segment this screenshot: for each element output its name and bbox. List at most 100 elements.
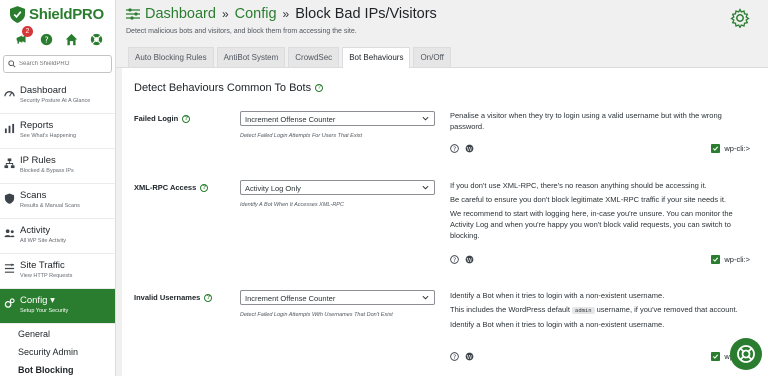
help-circle-icon[interactable]: ?	[450, 255, 459, 264]
option-xmlrpc-access: XML-RPC Access ? Activity Log Only Ident…	[134, 176, 768, 284]
help-icon[interactable]: ?	[200, 183, 209, 192]
chevron-down-icon	[422, 116, 429, 121]
sidebar-item-label: Activity	[20, 225, 51, 236]
shield-scan-icon	[4, 191, 16, 204]
sliders-icon	[126, 8, 140, 20]
option-failed-login: Failed Login ? Increment Offense Counter…	[134, 108, 768, 176]
traffic-icon	[4, 261, 16, 273]
option-description-text: Be careful to ensure you don't block leg…	[450, 195, 727, 204]
wpcli-toggle[interactable]: wp-cli:>	[711, 144, 750, 153]
wordpress-icon[interactable]: W	[465, 255, 474, 264]
sidebar: ShieldPRO 2 ? DashboardSecurity	[0, 0, 116, 376]
help-circle-icon[interactable]: ?	[39, 32, 53, 46]
option-label: Invalid Usernames ?	[134, 293, 213, 302]
lifebuoy-icon	[737, 345, 755, 363]
submenu-item-bot-blocking[interactable]: Bot Blocking	[0, 360, 115, 376]
option-description-text: Identify a Bot when it tries to login wi…	[450, 291, 665, 300]
megaphone-icon[interactable]: 2	[14, 26, 33, 46]
logo[interactable]: ShieldPRO	[0, 0, 115, 26]
bar-chart-icon	[4, 121, 16, 134]
wordpress-icon[interactable]: W	[465, 144, 474, 153]
support-lifebuoy-button[interactable]	[730, 338, 762, 370]
sidebar-item-sublabel: Security Posture At A Glance	[20, 98, 91, 104]
wpcli-toggle[interactable]: wp-cli:>	[711, 255, 750, 264]
option-footer: ? W wp-cli:>	[450, 144, 750, 153]
select-value: Increment Offense Counter	[245, 294, 336, 303]
option-help-text: Identify A Bot When It Accesses XML-RPC	[240, 202, 344, 208]
tab-crowdsec[interactable]: CrowdSec	[288, 47, 340, 67]
wpcli-label: wp-cli:>	[724, 255, 750, 264]
sidebar-item-dashboard[interactable]: Dashboard Security Posture At A Glance	[0, 79, 115, 114]
option-label: Failed Login ?	[134, 114, 191, 123]
sidebar-item-label: Reports	[20, 120, 54, 131]
chevron-down-icon	[422, 185, 429, 190]
option-description-text: Identify a Bot when it tries to login wi…	[450, 320, 665, 329]
option-footer: ? W wp-cli:>	[450, 352, 750, 361]
sidebar-item-label: Config ▾	[20, 295, 55, 306]
option-invalid-usernames: Invalid Usernames ? Increment Offense Co…	[134, 284, 768, 374]
speedometer-icon	[4, 86, 16, 98]
options-panel: Detect Behaviours Common To Bots ? Faile…	[122, 68, 768, 376]
svg-text:W: W	[466, 147, 472, 153]
gears-icon	[4, 296, 16, 308]
chevron-down-icon	[422, 295, 429, 300]
section-title-text: Detect Behaviours Common To Bots	[134, 82, 312, 94]
sidebar-item-sublabel: Setup Your Security	[20, 308, 69, 314]
sidebar-item-config[interactable]: Config ▾ Setup Your Security	[0, 289, 115, 324]
search-input[interactable]	[19, 61, 109, 67]
people-icon	[4, 226, 16, 238]
tab-auto-blocking-rules[interactable]: Auto Blocking Rules	[128, 47, 214, 67]
breadcrumb-dashboard[interactable]: Dashboard	[145, 6, 216, 22]
description-fragment: This includes the WordPress default	[450, 305, 570, 314]
sidebar-item-label: Scans	[20, 190, 47, 201]
help-icon[interactable]: ?	[182, 114, 191, 123]
option-description-text: We recommend to start with logging here,…	[450, 209, 733, 240]
home-icon[interactable]	[64, 32, 78, 46]
tab-on-off[interactable]: On/Off	[413, 47, 451, 67]
checkbox-checked-icon	[711, 352, 721, 361]
gear-icon[interactable]	[730, 8, 750, 28]
option-label-text: Invalid Usernames	[134, 293, 201, 302]
wpcli-label: wp-cli:>	[724, 144, 750, 153]
sidebar-item-label: Site Traffic	[20, 260, 65, 271]
submenu-item-general[interactable]: General	[0, 324, 115, 342]
main-content: Dashboard » Config » Block Bad IPs/Visit…	[116, 0, 768, 376]
option-description-text: This includes the WordPress default admi…	[450, 304, 750, 316]
svg-text:?: ?	[453, 354, 456, 361]
section-title: Detect Behaviours Common To Bots ?	[134, 82, 768, 94]
svg-text:W: W	[466, 258, 472, 264]
help-circle-icon[interactable]: ?	[450, 144, 459, 153]
sidebar-item-sublabel: View HTTP Requests	[20, 273, 73, 279]
sidebar-item-reports[interactable]: Reports See What's Happening	[0, 114, 115, 149]
help-icon[interactable]: ?	[204, 293, 213, 302]
shield-logo-icon	[10, 5, 25, 23]
breadcrumb-separator: »	[221, 7, 229, 21]
search-icon	[8, 60, 16, 68]
lifebuoy-icon[interactable]	[89, 32, 103, 46]
select-value: Increment Offense Counter	[245, 115, 336, 124]
option-description-text: Penalise a visitor when they try to logi…	[450, 111, 722, 131]
page-header: Dashboard » Config » Block Bad IPs/Visit…	[116, 0, 768, 44]
sidebar-item-activity[interactable]: Activity All WP Site Activity	[0, 219, 115, 254]
sidebar-item-label: IP Rules	[20, 155, 56, 166]
help-circle-icon[interactable]: ?	[450, 352, 459, 361]
failed-login-select[interactable]: Increment Offense Counter	[240, 111, 435, 126]
sidebar-item-ip-rules[interactable]: IP Rules Blocked & Bypass IPs	[0, 149, 115, 184]
tab-antibot-system[interactable]: AntiBot System	[216, 47, 286, 67]
svg-text:?: ?	[44, 34, 48, 44]
page-title: Block Bad IPs/Visitors	[295, 6, 437, 22]
sidebar-item-site-traffic[interactable]: Site Traffic View HTTP Requests	[0, 254, 115, 289]
submenu-item-security-admin[interactable]: Security Admin	[0, 342, 115, 360]
svg-text:?: ?	[453, 257, 456, 264]
help-icon[interactable]: ?	[315, 84, 324, 92]
invalid-usernames-select[interactable]: Increment Offense Counter	[240, 290, 435, 305]
sidebar-item-sublabel: All WP Site Activity	[20, 238, 67, 244]
xmlrpc-access-select[interactable]: Activity Log Only	[240, 180, 435, 195]
wordpress-icon[interactable]: W	[465, 352, 474, 361]
breadcrumb: Dashboard » Config » Block Bad IPs/Visit…	[126, 6, 768, 22]
tab-bot-behaviours[interactable]: Bot Behaviours	[342, 47, 411, 68]
page-description: Detect malicious bots and visitors, and …	[126, 28, 357, 35]
breadcrumb-config[interactable]: Config	[235, 6, 277, 22]
option-description: Identify a Bot when it tries to login wi…	[450, 290, 750, 333]
sidebar-item-scans[interactable]: Scans Results & Manual Scans	[0, 184, 115, 219]
